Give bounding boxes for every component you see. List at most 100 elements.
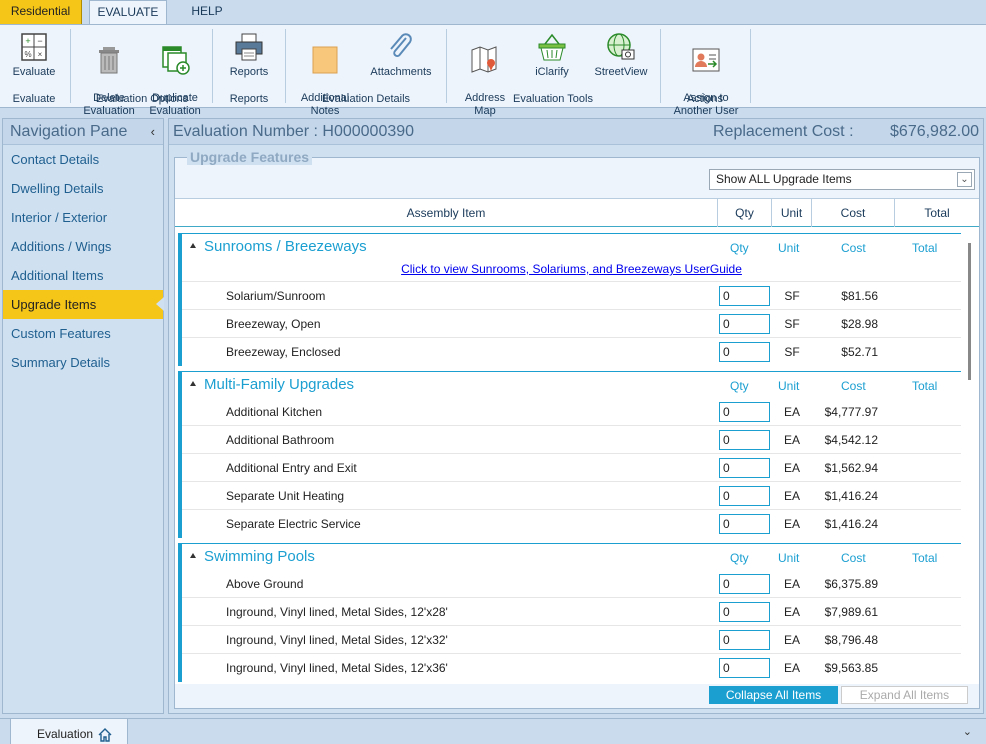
nav-item-additional-items[interactable]: Additional Items <box>3 261 163 290</box>
vertical-scrollbar[interactable] <box>961 228 979 684</box>
main-panel: Evaluation Number : H000000390 Replaceme… <box>168 118 984 714</box>
qty-input[interactable]: 0 <box>719 574 770 594</box>
tab-evaluation[interactable]: Evaluation <box>10 719 128 744</box>
qty-input[interactable]: 0 <box>719 630 770 650</box>
qty-input[interactable]: 0 <box>719 402 770 422</box>
group-label-evaluation-details: Evaluation Details <box>321 93 411 105</box>
expand-all-button[interactable]: Expand All Items <box>841 686 968 704</box>
qty-input[interactable]: 0 <box>719 314 770 334</box>
unit-value: EA <box>783 433 800 447</box>
unit-value: EA <box>783 461 800 475</box>
unit-value: SF <box>784 289 800 303</box>
qty-input[interactable]: 0 <box>719 342 770 362</box>
cost-value: $6,375.89 <box>824 577 878 591</box>
userguide-link[interactable]: Click to view Sunrooms, Solariums, and B… <box>401 262 742 276</box>
qty-input[interactable]: 0 <box>719 458 770 478</box>
nav-item-contact-details[interactable]: Contact Details <box>3 145 163 174</box>
table-row: Inground, Vinyl lined, Metal Sides, 12'x… <box>182 626 961 654</box>
nav-item-dwelling-details[interactable]: Dwelling Details <box>3 174 163 203</box>
scrollbar-thumb[interactable] <box>968 243 971 380</box>
iclarify-button[interactable]: iClarify <box>524 31 580 79</box>
group-unit-header: Unit <box>778 551 800 565</box>
qty-input[interactable]: 0 <box>719 658 770 678</box>
upgrade-filter-value: Show ALL Upgrade Items <box>716 172 852 186</box>
table-row: Separate Unit Heating 0 EA $1,416.24 <box>182 482 961 510</box>
qty-input[interactable]: 0 <box>719 514 770 534</box>
tab-help[interactable]: HELP <box>176 0 238 24</box>
collapse-triangle-icon[interactable] <box>190 553 196 558</box>
assembly-item-name: Above Ground <box>226 577 304 591</box>
navigation-pane: Navigation Pane ‹ Contact Details Dwelli… <box>2 118 164 714</box>
tab-evaluate[interactable]: EVALUATE <box>89 0 167 25</box>
reports-button[interactable]: Reports <box>222 31 276 79</box>
nav-item-additions-wings[interactable]: Additions / Wings <box>3 232 163 261</box>
unit-value: EA <box>783 405 800 419</box>
table-row: Separate Electric Service 0 EA $1,416.24 <box>182 510 961 538</box>
basket-icon <box>538 33 566 61</box>
nav-item-custom-features[interactable]: Custom Features <box>3 319 163 348</box>
streetview-button[interactable]: StreetView <box>590 31 652 79</box>
unit-value: SF <box>784 317 800 331</box>
group-title: Sunrooms / Breezeways <box>204 238 367 255</box>
group-cost-header: Cost <box>841 551 866 565</box>
cost-value: $4,777.97 <box>824 405 878 419</box>
trash-icon <box>99 47 119 74</box>
unit-value: SF <box>784 345 800 359</box>
qty-input[interactable]: 0 <box>719 486 770 506</box>
ribbon-separator <box>446 29 447 103</box>
group-swimming-pools: Swimming Pools Qty Unit Cost Total Above… <box>178 543 961 682</box>
ribbon-tabs: Residential EVALUATE HELP <box>0 0 986 25</box>
assembly-item-name: Breezeway, Open <box>226 317 321 331</box>
calculator-icon: + −% × <box>21 33 47 61</box>
assembly-item-name: Breezeway, Enclosed <box>226 345 341 359</box>
cost-value: $8,796.48 <box>824 633 878 647</box>
chevron-down-icon[interactable]: ⌄ <box>957 172 972 187</box>
collapse-all-button[interactable]: Collapse All Items <box>709 686 838 704</box>
collapse-chevron-icon[interactable]: ‹ <box>151 119 155 145</box>
qty-input[interactable]: 0 <box>719 286 770 306</box>
ribbon-separator <box>212 29 213 103</box>
assembly-item-name: Additional Kitchen <box>226 405 323 419</box>
chevron-down-icon[interactable]: ⌄ <box>963 725 972 738</box>
nav-item-summary-details[interactable]: Summary Details <box>3 348 163 377</box>
group-header: Swimming Pools Qty Unit Cost Total <box>182 544 961 570</box>
cost-value: $1,416.24 <box>824 517 878 531</box>
nav-item-upgrade-items[interactable]: Upgrade Items <box>3 290 164 319</box>
evaluation-number: Evaluation Number : H000000390 <box>173 123 415 140</box>
evaluate-label: Evaluate <box>12 66 56 78</box>
collapse-triangle-icon[interactable] <box>190 381 196 386</box>
upgrade-filter-select[interactable]: Show ALL Upgrade Items ⌄ <box>709 169 975 190</box>
cost-value: $81.56 <box>841 289 878 303</box>
unit-value: EA <box>783 489 800 503</box>
note-icon <box>312 46 338 74</box>
group-label-evaluation-options: Evaluation Options <box>95 93 189 105</box>
column-unit: Unit <box>772 199 812 227</box>
cost-value: $1,416.24 <box>824 489 878 503</box>
attachments-button[interactable]: Attachments <box>366 31 436 79</box>
tab-residential[interactable]: Residential <box>0 0 82 24</box>
group-cost-header: Cost <box>841 379 866 393</box>
group-qty-header: Qty <box>730 241 749 255</box>
column-cost: Cost <box>812 199 895 227</box>
nav-item-interior-exterior[interactable]: Interior / Exterior <box>3 203 163 232</box>
iclarify-label: iClarify <box>535 66 569 78</box>
upgrade-features-legend: Upgrade Features <box>187 149 313 165</box>
group-label-evaluation-tools: Evaluation Tools <box>513 93 593 105</box>
table-row: Additional Bathroom 0 EA $4,542.12 <box>182 426 961 454</box>
svg-text:−: − <box>37 36 42 46</box>
group-multi-family-upgrades: Multi-Family Upgrades Qty Unit Cost Tota… <box>178 371 961 538</box>
evaluate-button[interactable]: + −% × Evaluate <box>10 31 58 79</box>
group-header: Sunrooms / Breezeways Qty Unit Cost Tota… <box>182 234 961 260</box>
group-cost-header: Cost <box>841 241 866 255</box>
assembly-item-name: Solarium/Sunroom <box>226 289 326 303</box>
assembly-item-name: Additional Entry and Exit <box>226 461 357 475</box>
duplicate-icon <box>162 46 190 75</box>
qty-input[interactable]: 0 <box>719 602 770 622</box>
cost-value: $28.98 <box>841 317 878 331</box>
collapse-triangle-icon[interactable] <box>190 243 196 248</box>
group-total-header: Total <box>912 379 938 393</box>
evaluation-header: Evaluation Number : H000000390 Replaceme… <box>169 119 983 145</box>
qty-input[interactable]: 0 <box>719 430 770 450</box>
globe-camera-icon <box>607 33 635 60</box>
streetview-label: StreetView <box>594 66 648 78</box>
